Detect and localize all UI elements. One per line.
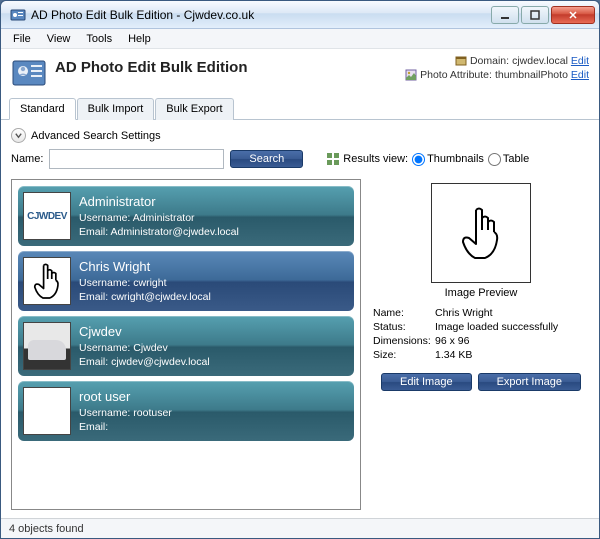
header-info: Domain: cjwdev.local Edit Photo Attribut… — [405, 55, 589, 83]
view-table-radio[interactable]: Table — [488, 153, 529, 166]
advanced-search-toggle[interactable]: Advanced Search Settings — [11, 128, 589, 143]
detail-name-value: Chris Wright — [435, 307, 493, 319]
photo-attr-value: thumbnailPhoto — [495, 69, 568, 81]
user-display-name: Administrator — [79, 193, 239, 211]
tab-bulk-import[interactable]: Bulk Import — [77, 98, 155, 120]
user-card[interactable]: Chris WrightUsername: cwrightEmail: cwri… — [18, 251, 354, 311]
domain-label: Domain: — [470, 55, 509, 67]
advanced-search-label: Advanced Search Settings — [31, 130, 161, 142]
tabbar: Standard Bulk Import Bulk Export — [1, 97, 599, 120]
photo-attr-label: Photo Attribute: — [420, 69, 492, 81]
detail-status-value: Image loaded successfully — [435, 321, 558, 333]
name-label: Name: — [11, 153, 43, 165]
menu-file[interactable]: File — [5, 31, 39, 47]
chevron-down-icon — [11, 128, 26, 143]
user-card[interactable]: root userUsername: rootuserEmail: — [18, 381, 354, 441]
user-email-row: Email: cwright@cjwdev.local — [79, 290, 211, 304]
window-title: AD Photo Edit Bulk Edition - Cjwdev.co.u… — [31, 8, 489, 22]
user-username-row: Username: cwright — [79, 276, 211, 290]
menubar: File View Tools Help — [1, 29, 599, 49]
photo-attr-icon — [405, 69, 417, 81]
user-display-name: Chris Wright — [79, 258, 211, 276]
user-info: Chris WrightUsername: cwrightEmail: cwri… — [79, 258, 211, 304]
detail-status-label: Status: — [373, 321, 435, 333]
cursor-hand-icon — [456, 204, 506, 262]
detail-grid: Name:Chris Wright Status:Image loaded su… — [373, 307, 589, 363]
app-title: AD Photo Edit Bulk Edition — [55, 55, 405, 76]
close-button[interactable] — [551, 6, 595, 24]
tab-standard[interactable]: Standard — [9, 98, 76, 120]
domain-edit-link[interactable]: Edit — [571, 55, 589, 67]
user-info: root userUsername: rootuserEmail: — [79, 388, 172, 434]
tab-bulk-export[interactable]: Bulk Export — [155, 98, 233, 120]
app-icon-small — [10, 7, 26, 23]
detail-dim-value: 96 x 96 — [435, 335, 469, 347]
user-display-name: Cjwdev — [79, 323, 210, 341]
menu-help[interactable]: Help — [120, 31, 159, 47]
user-email-row: Email: cjwdev@cjwdev.local — [79, 355, 210, 369]
user-info: CjwdevUsername: CjwdevEmail: cjwdev@cjwd… — [79, 323, 210, 369]
maximize-button[interactable] — [521, 6, 549, 24]
detail-size-label: Size: — [373, 349, 435, 361]
photo-attr-edit-link[interactable]: Edit — [571, 69, 589, 81]
user-email-row: Email: — [79, 420, 172, 434]
minimize-button[interactable] — [491, 6, 519, 24]
export-image-button[interactable]: Export Image — [478, 373, 581, 391]
domain-icon — [455, 55, 467, 67]
detail-panel: Image Preview Name:Chris Wright Status:I… — [373, 179, 589, 510]
image-preview-box — [431, 183, 531, 283]
status-text: 4 objects found — [9, 523, 84, 535]
content-area: Advanced Search Settings Name: Search Re… — [1, 120, 599, 518]
app-icon — [11, 55, 47, 91]
user-list-panel: CJWDEVAdministratorUsername: Administrat… — [11, 179, 361, 510]
user-username-row: Username: rootuser — [79, 406, 172, 420]
user-username-row: Username: Administrator — [79, 211, 239, 225]
search-input[interactable] — [49, 149, 224, 169]
user-display-name: root user — [79, 388, 172, 406]
results-view-label: Results view: — [343, 153, 408, 165]
menu-view[interactable]: View — [39, 31, 79, 47]
user-thumbnail — [23, 257, 71, 305]
domain-value: cjwdev.local — [512, 55, 568, 67]
user-username-row: Username: Cjwdev — [79, 341, 210, 355]
image-preview-label: Image Preview — [445, 287, 518, 299]
header: AD Photo Edit Bulk Edition Domain: cjwde… — [1, 49, 599, 95]
statusbar: 4 objects found — [1, 518, 599, 538]
view-thumbnails-radio[interactable]: Thumbnails — [412, 153, 484, 166]
user-thumbnail: CJWDEV — [23, 192, 71, 240]
search-row: Name: Search Results view: Thumbnails Ta… — [11, 149, 589, 169]
titlebar[interactable]: AD Photo Edit Bulk Edition - Cjwdev.co.u… — [1, 1, 599, 29]
app-window: AD Photo Edit Bulk Edition - Cjwdev.co.u… — [0, 0, 600, 539]
edit-image-button[interactable]: Edit Image — [381, 373, 472, 391]
user-card[interactable]: CjwdevUsername: CjwdevEmail: cjwdev@cjwd… — [18, 316, 354, 376]
user-card[interactable]: CJWDEVAdministratorUsername: Administrat… — [18, 186, 354, 246]
detail-size-value: 1.34 KB — [435, 349, 472, 361]
detail-name-label: Name: — [373, 307, 435, 319]
user-thumbnail — [23, 322, 71, 370]
user-email-row: Email: Administrator@cjwdev.local — [79, 225, 239, 239]
user-thumbnail — [23, 387, 71, 435]
results-view-icon — [327, 153, 339, 165]
user-info: AdministratorUsername: AdministratorEmai… — [79, 193, 239, 239]
search-button[interactable]: Search — [230, 150, 303, 168]
menu-tools[interactable]: Tools — [78, 31, 120, 47]
detail-dim-label: Dimensions: — [373, 335, 435, 347]
